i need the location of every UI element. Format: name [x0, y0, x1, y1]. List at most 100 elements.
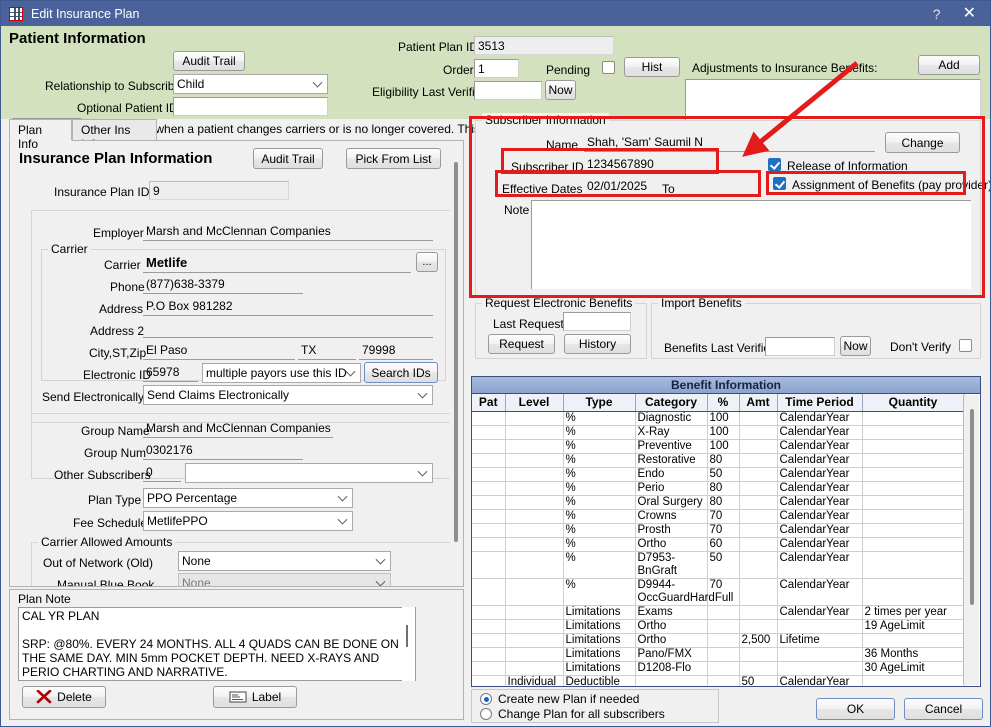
plan-note-scrollbar-thumb[interactable] [406, 625, 408, 647]
request-button[interactable]: Request [488, 334, 555, 354]
optional-patient-id-input[interactable] [173, 97, 328, 116]
assignment-of-benefits-checkbox[interactable] [773, 177, 786, 190]
table-row[interactable]: Limitations Pano/FMX 36 Months [472, 647, 965, 662]
table-row[interactable]: % D7953-BnGraft 50 CalendarYear [472, 551, 965, 579]
col-pat[interactable]: Pat [472, 394, 506, 412]
patient-audit-trail-button[interactable]: Audit Trail [173, 51, 245, 71]
electronic-id-note-combo[interactable]: multiple payors use this ID [202, 363, 361, 383]
col-pct[interactable]: % [707, 394, 740, 412]
address-input[interactable]: P.O Box 981282 [143, 297, 433, 316]
table-row[interactable]: % Perio 80 CalendarYear [472, 481, 965, 496]
table-row[interactable]: % Prosth 70 CalendarYear [472, 523, 965, 538]
close-icon[interactable]: ✕ [955, 3, 990, 25]
cancel-button[interactable]: Cancel [904, 698, 983, 720]
state-input[interactable]: TX [298, 341, 356, 360]
cell-amt [739, 425, 778, 440]
table-row[interactable]: % Endo 50 CalendarYear [472, 467, 965, 482]
table-row[interactable]: % Preventive 100 CalendarYear [472, 439, 965, 454]
cell-pct [707, 675, 740, 686]
carrier-more-button[interactable]: ... [416, 252, 438, 272]
col-amt[interactable]: Amt [739, 394, 778, 412]
benefits-now-button[interactable]: Now [840, 336, 871, 356]
col-level[interactable]: Level [505, 394, 564, 412]
tab-plan-info[interactable]: Plan Info [9, 119, 72, 151]
pick-from-list-button[interactable]: Pick From List [346, 148, 441, 169]
relationship-combo[interactable]: Child [173, 74, 328, 94]
add-adjustment-button[interactable]: Add [918, 55, 980, 75]
table-row[interactable]: Individual Deductible 50 CalendarYear [472, 675, 965, 686]
eligibility-last-verified-input[interactable] [474, 81, 542, 100]
cell-level [505, 537, 564, 552]
effective-from-input[interactable]: 02/01/2025 [584, 177, 654, 196]
table-row[interactable]: Limitations Exams CalendarYear 2 times per … [472, 605, 965, 620]
delete-button[interactable]: Delete [22, 686, 106, 708]
table-row[interactable]: % Oral Surgery 80 CalendarYear [472, 495, 965, 510]
create-new-plan-radio[interactable] [480, 693, 492, 705]
plan-type-combo[interactable]: PPO Percentage [143, 488, 353, 508]
order-input[interactable]: 1 [474, 59, 519, 78]
cell-level [505, 578, 564, 606]
group-num-input[interactable]: 0302176 [143, 441, 303, 460]
table-row[interactable]: % Restorative 80 CalendarYear [472, 453, 965, 468]
create-new-plan-label: Create new Plan if needed [498, 692, 640, 706]
optional-patient-id-label: Optional Patient ID [77, 101, 178, 115]
address2-input[interactable] [143, 319, 433, 338]
cell-time_period: CalendarYear [777, 605, 863, 620]
table-row[interactable]: % X-Ray 100 CalendarYear [472, 425, 965, 440]
group-name-label: Group Name [81, 424, 150, 438]
last-request-input[interactable] [563, 312, 631, 331]
search-ids-button[interactable]: Search IDs [364, 362, 438, 383]
table-row[interactable]: % Diagnostic 100 CalendarYear [472, 411, 965, 426]
change-subscriber-button[interactable]: Change [885, 132, 960, 153]
col-category[interactable]: Category [635, 394, 708, 412]
insurance-plan-id-value: 9 [149, 181, 289, 200]
fee-schedule-value: MetlifePPO [147, 514, 208, 528]
carrier-input[interactable]: Metlife [143, 253, 411, 273]
hist-button[interactable]: Hist [624, 57, 680, 77]
ok-button[interactable]: OK [816, 698, 895, 720]
help-icon[interactable]: ? [919, 6, 955, 22]
table-row[interactable]: Limitations Ortho 19 AgeLimit [472, 619, 965, 634]
table-row[interactable]: Limitations D1208-Flo 30 AgeLimit [472, 661, 965, 676]
table-row[interactable]: % D9944-OccGuardHardFull 70 CalendarYear [472, 578, 965, 606]
group-name-input[interactable]: Marsh and McClennan Companies [143, 419, 333, 438]
send-electronically-combo[interactable]: Send Claims Electronically [143, 385, 433, 405]
effective-to-input[interactable] [690, 177, 757, 196]
eligibility-now-button[interactable]: Now [545, 80, 576, 100]
history-button[interactable]: History [564, 334, 631, 354]
phone-input[interactable]: (877)638-3379 [143, 275, 303, 294]
dont-verify-checkbox[interactable] [959, 339, 972, 352]
other-subscribers-combo[interactable] [185, 463, 433, 483]
subscriber-note-textarea[interactable] [531, 200, 971, 289]
benefit-table-scrollbar-thumb[interactable] [970, 409, 974, 605]
col-time-period[interactable]: Time Period [777, 394, 863, 412]
tab-other-ins-info[interactable]: Other Ins Info [72, 119, 157, 151]
plan-info-scrollbar[interactable] [450, 142, 463, 586]
out-of-network-combo[interactable]: None [178, 551, 391, 571]
plan-audit-trail-button[interactable]: Audit Trail [253, 148, 323, 169]
table-row[interactable]: % Crowns 70 CalendarYear [472, 509, 965, 524]
city-input[interactable]: El Paso [143, 341, 295, 360]
electronic-id-input[interactable]: 65978 [143, 363, 198, 382]
release-of-information-checkbox[interactable] [768, 158, 781, 171]
zip-input[interactable]: 79998 [359, 341, 433, 360]
manual-blue-book-combo[interactable]: None [178, 573, 391, 586]
subscriber-id-input[interactable]: 1234567890 [584, 155, 709, 174]
assignment-of-benefits-label: Assignment of Benefits (pay provider) [792, 178, 991, 192]
cell-type: % [563, 481, 636, 496]
fee-schedule-combo[interactable]: MetlifePPO [143, 511, 353, 531]
cell-type: % [563, 495, 636, 510]
benefit-table-scrollbar[interactable] [963, 395, 979, 685]
benefits-last-verified-input[interactable] [765, 337, 835, 356]
col-type[interactable]: Type [563, 394, 636, 412]
plan-note-textarea[interactable]: CAL YR PLAN SRP: @80%. EVERY 24 MONTHS. … [18, 607, 416, 681]
label-button[interactable]: Label [213, 686, 297, 708]
change-plan-radio[interactable] [480, 708, 492, 720]
table-row[interactable]: Limitations Ortho 2,500 Lifetime [472, 633, 965, 648]
col-quantity[interactable]: Quantity [862, 394, 965, 412]
plan-note-scrollbar[interactable] [402, 607, 415, 681]
plan-info-scrollbar-thumb[interactable] [454, 162, 458, 542]
employer-input[interactable]: Marsh and McClennan Companies [143, 222, 433, 241]
pending-checkbox[interactable] [602, 61, 615, 74]
table-row[interactable]: % Ortho 60 CalendarYear [472, 537, 965, 552]
